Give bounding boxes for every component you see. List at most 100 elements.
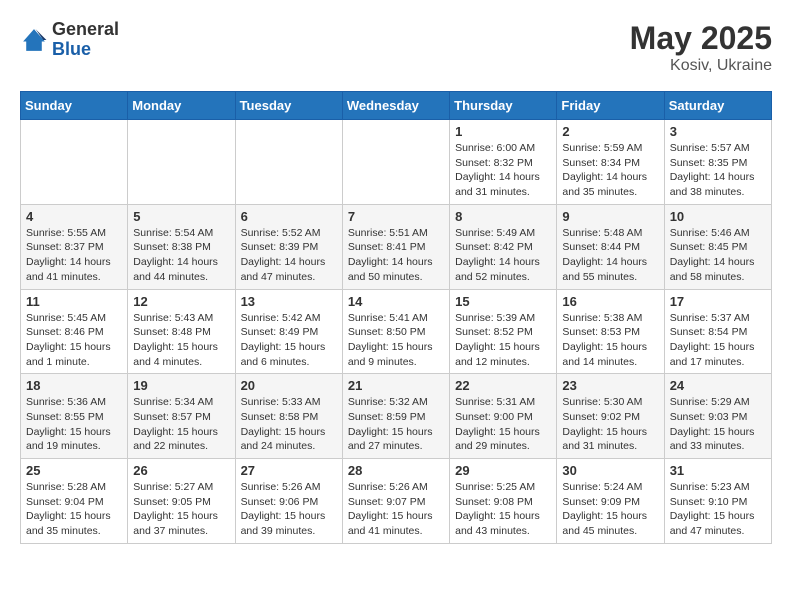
day-info: Sunrise: 5:28 AM Sunset: 9:04 PM Dayligh… [26,480,122,539]
calendar-cell: 3 Sunrise: 5:57 AM Sunset: 8:35 PM Daylig… [664,120,771,205]
calendar-cell: 15Sunrise: 5:39 AM Sunset: 8:52 PM Dayli… [450,289,557,374]
calendar-cell: 29Sunrise: 5:25 AM Sunset: 9:08 PM Dayli… [450,459,557,544]
calendar-cell: 6 Sunrise: 5:52 AM Sunset: 8:39 PM Daylig… [235,204,342,289]
day-number: 9 [562,209,658,224]
day-info: Sunrise: 5:34 AM Sunset: 8:57 PM Dayligh… [133,395,229,454]
week-row-2: 4 Sunrise: 5:55 AM Sunset: 8:37 PM Daylig… [21,204,772,289]
day-info: Sunrise: 5:46 AM Sunset: 8:45 PM Dayligh… [670,226,766,285]
day-info: Sunrise: 5:33 AM Sunset: 8:58 PM Dayligh… [241,395,337,454]
calendar-cell: 27 Sunrise: 5:26 AM Sunset: 9:06 PM Dayli… [235,459,342,544]
calendar-cell: 12 Sunrise: 5:43 AM Sunset: 8:48 PM Dayli… [128,289,235,374]
day-number: 26 [133,463,229,478]
day-number: 8 [455,209,551,224]
header-row: SundayMondayTuesdayWednesdayThursdayFrid… [21,92,772,120]
header-monday: Monday [128,92,235,120]
calendar-cell: 5 Sunrise: 5:54 AM Sunset: 8:38 PM Daylig… [128,204,235,289]
logo-text: General Blue [52,20,119,60]
calendar-cell [235,120,342,205]
calendar-cell: 10 Sunrise: 5:46 AM Sunset: 8:45 PM Dayli… [664,204,771,289]
day-number: 22 [455,378,551,393]
day-number: 21 [348,378,444,393]
day-number: 12 [133,294,229,309]
day-info: Sunrise: 5:27 AM Sunset: 9:05 PM Dayligh… [133,480,229,539]
calendar-cell [128,120,235,205]
day-number: 27 [241,463,337,478]
day-number: 7 [348,209,444,224]
week-row-4: 18 Sunrise: 5:36 AM Sunset: 8:55 PM Dayli… [21,374,772,459]
week-row-3: 11 Sunrise: 5:45 AM Sunset: 8:46 PM Dayli… [21,289,772,374]
calendar-cell [21,120,128,205]
day-info: Sunrise: 5:51 AM Sunset: 8:41 PM Dayligh… [348,226,444,285]
day-number: 25 [26,463,122,478]
calendar-cell: 26 Sunrise: 5:27 AM Sunset: 9:05 PM Dayli… [128,459,235,544]
day-number: 5 [133,209,229,224]
day-number: 20 [241,378,337,393]
calendar-cell: 24 Sunrise: 5:29 AM Sunset: 9:03 PM Dayli… [664,374,771,459]
day-info: Sunrise: 5:37 AM Sunset: 8:54 PM Dayligh… [670,311,766,370]
header-sunday: Sunday [21,92,128,120]
day-info: Sunrise: 6:00 AM Sunset: 8:32 PM Dayligh… [455,141,551,200]
day-number: 4 [26,209,122,224]
header-saturday: Saturday [664,92,771,120]
day-number: 16 [562,294,658,309]
day-number: 18 [26,378,122,393]
calendar-table: SundayMondayTuesdayWednesdayThursdayFrid… [20,91,772,544]
day-info: Sunrise: 5:23 AM Sunset: 9:10 PM Dayligh… [670,480,766,539]
calendar-cell: 28 Sunrise: 5:26 AM Sunset: 9:07 PM Dayli… [342,459,449,544]
day-info: Sunrise: 5:52 AM Sunset: 8:39 PM Dayligh… [241,226,337,285]
calendar-cell: 22Sunrise: 5:31 AM Sunset: 9:00 PM Dayli… [450,374,557,459]
day-number: 6 [241,209,337,224]
day-info: Sunrise: 5:36 AM Sunset: 8:55 PM Dayligh… [26,395,122,454]
calendar-cell: 4 Sunrise: 5:55 AM Sunset: 8:37 PM Daylig… [21,204,128,289]
day-info: Sunrise: 5:54 AM Sunset: 8:38 PM Dayligh… [133,226,229,285]
day-info: Sunrise: 5:24 AM Sunset: 9:09 PM Dayligh… [562,480,658,539]
day-info: Sunrise: 5:57 AM Sunset: 8:35 PM Dayligh… [670,141,766,200]
day-info: Sunrise: 5:59 AM Sunset: 8:34 PM Dayligh… [562,141,658,200]
day-info: Sunrise: 5:25 AM Sunset: 9:08 PM Dayligh… [455,480,551,539]
day-info: Sunrise: 5:30 AM Sunset: 9:02 PM Dayligh… [562,395,658,454]
calendar-cell: 30 Sunrise: 5:24 AM Sunset: 9:09 PM Dayli… [557,459,664,544]
day-info: Sunrise: 5:29 AM Sunset: 9:03 PM Dayligh… [670,395,766,454]
day-info: Sunrise: 5:55 AM Sunset: 8:37 PM Dayligh… [26,226,122,285]
calendar-cell: 21 Sunrise: 5:32 AM Sunset: 8:59 PM Dayli… [342,374,449,459]
calendar-cell: 31Sunrise: 5:23 AM Sunset: 9:10 PM Dayli… [664,459,771,544]
day-number: 11 [26,294,122,309]
calendar-cell: 7 Sunrise: 5:51 AM Sunset: 8:41 PM Daylig… [342,204,449,289]
header-friday: Friday [557,92,664,120]
calendar-cell: 16 Sunrise: 5:38 AM Sunset: 8:53 PM Dayli… [557,289,664,374]
day-number: 30 [562,463,658,478]
day-info: Sunrise: 5:42 AM Sunset: 8:49 PM Dayligh… [241,311,337,370]
day-info: Sunrise: 5:45 AM Sunset: 8:46 PM Dayligh… [26,311,122,370]
day-number: 2 [562,124,658,139]
day-number: 23 [562,378,658,393]
day-number: 10 [670,209,766,224]
day-info: Sunrise: 5:43 AM Sunset: 8:48 PM Dayligh… [133,311,229,370]
calendar-cell: 14Sunrise: 5:41 AM Sunset: 8:50 PM Dayli… [342,289,449,374]
day-info: Sunrise: 5:32 AM Sunset: 8:59 PM Dayligh… [348,395,444,454]
calendar-cell: 9Sunrise: 5:48 AM Sunset: 8:44 PM Daylig… [557,204,664,289]
day-number: 17 [670,294,766,309]
calendar-cell: 17 Sunrise: 5:37 AM Sunset: 8:54 PM Dayli… [664,289,771,374]
day-number: 24 [670,378,766,393]
day-number: 3 [670,124,766,139]
logo-blue: Blue [52,40,119,60]
calendar-cell: 18 Sunrise: 5:36 AM Sunset: 8:55 PM Dayli… [21,374,128,459]
day-info: Sunrise: 5:39 AM Sunset: 8:52 PM Dayligh… [455,311,551,370]
day-info: Sunrise: 5:26 AM Sunset: 9:07 PM Dayligh… [348,480,444,539]
day-info: Sunrise: 5:38 AM Sunset: 8:53 PM Dayligh… [562,311,658,370]
logo-icon [20,26,48,54]
day-number: 14 [348,294,444,309]
day-number: 13 [241,294,337,309]
calendar-cell: 1Sunrise: 6:00 AM Sunset: 8:32 PM Daylig… [450,120,557,205]
calendar-cell: 11 Sunrise: 5:45 AM Sunset: 8:46 PM Dayli… [21,289,128,374]
week-row-1: 1Sunrise: 6:00 AM Sunset: 8:32 PM Daylig… [21,120,772,205]
calendar-cell [342,120,449,205]
header-tuesday: Tuesday [235,92,342,120]
header-wednesday: Wednesday [342,92,449,120]
calendar-cell: 23 Sunrise: 5:30 AM Sunset: 9:02 PM Dayli… [557,374,664,459]
day-number: 28 [348,463,444,478]
calendar-cell: 20 Sunrise: 5:33 AM Sunset: 8:58 PM Dayli… [235,374,342,459]
title-block: May 2025 Kosiv, Ukraine [630,20,772,75]
day-info: Sunrise: 5:26 AM Sunset: 9:06 PM Dayligh… [241,480,337,539]
calendar-cell: 2 Sunrise: 5:59 AM Sunset: 8:34 PM Daylig… [557,120,664,205]
